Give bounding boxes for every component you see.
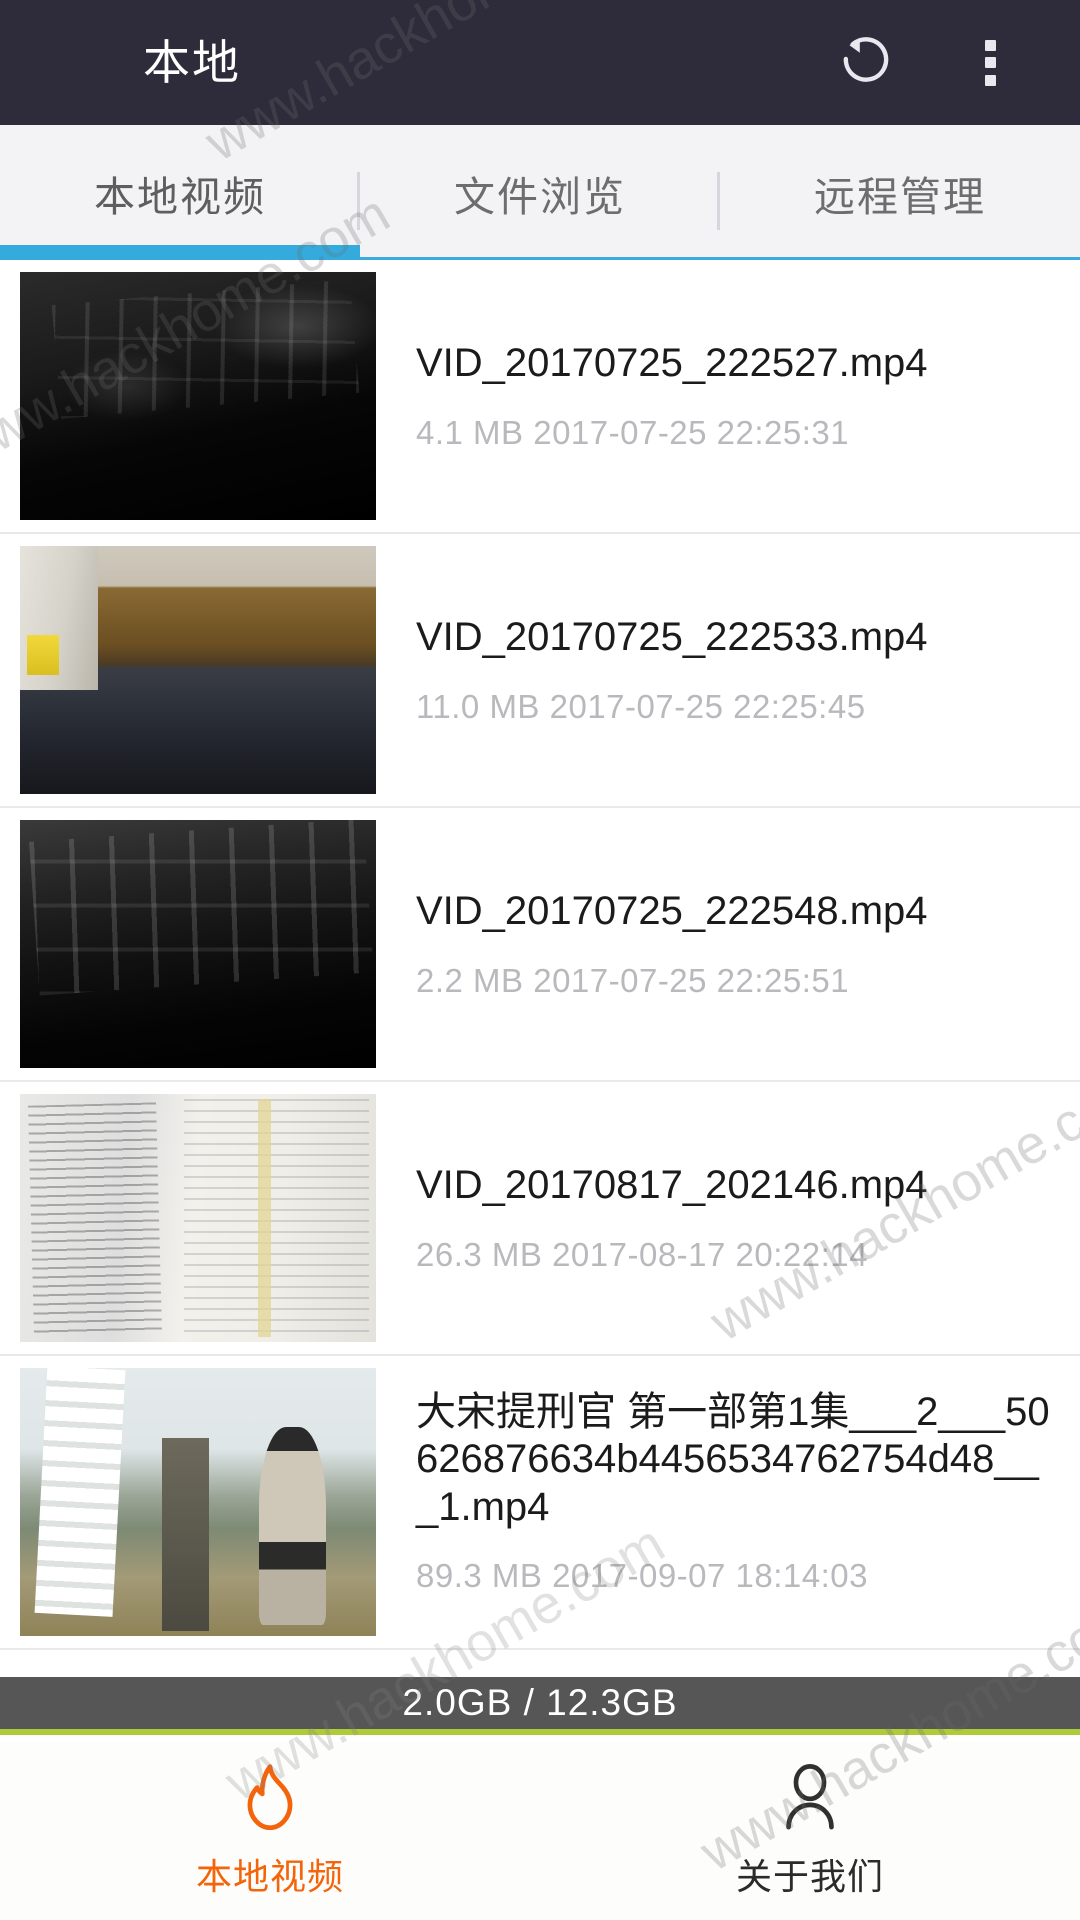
list-item[interactable]: VID_20170817_202146.mp4 26.3 MB 2017-08-… (0, 1082, 1080, 1356)
video-list[interactable]: VID_20170725_222527.mp4 4.1 MB 2017-07-2… (0, 260, 1080, 1735)
tab-file-browse[interactable]: 文件浏览 (360, 125, 720, 260)
list-item[interactable]: VID_20170725_222533.mp4 11.0 MB 2017-07-… (0, 534, 1080, 808)
thumbnail-image (20, 272, 376, 520)
video-thumbnail[interactable] (20, 1094, 376, 1342)
video-fileinfo: 26.3 MB 2017-08-17 20:22:14 (416, 1235, 868, 1273)
video-meta: VID_20170725_222548.mp4 2.2 MB 2017-07-2… (416, 820, 1080, 1068)
nav-item-about-us[interactable]: 关于我们 (540, 1741, 1080, 1920)
thumbnail-image (20, 820, 376, 1068)
video-fileinfo: 4.1 MB 2017-07-25 22:25:31 (416, 413, 850, 451)
nav-item-local-video[interactable]: 本地视频 (0, 1741, 540, 1920)
tab-remote-manage[interactable]: 远程管理 (720, 125, 1080, 260)
nav-item-label: 关于我们 (735, 1855, 884, 1897)
storage-bar: 2.0GB / 12.3GB (0, 1677, 1080, 1735)
video-fileinfo: 89.3 MB 2017-09-07 18:14:03 (416, 1556, 868, 1594)
tab-local-video[interactable]: 本地视频 (0, 125, 360, 260)
tab-active-indicator (0, 245, 360, 260)
video-meta: VID_20170725_222527.mp4 4.1 MB 2017-07-2… (416, 272, 1080, 520)
tab-label: 本地视频 (94, 173, 266, 220)
person-icon (774, 1762, 846, 1834)
overflow-menu-icon (984, 39, 996, 86)
tab-bar: 本地视频 文件浏览 远程管理 (0, 125, 1080, 260)
video-fileinfo: 11.0 MB 2017-07-25 22:25:45 (416, 687, 866, 725)
thumbnail-figure (258, 1426, 327, 1626)
tab-label: 远程管理 (814, 173, 986, 220)
video-meta: VID_20170817_202146.mp4 26.3 MB 2017-08-… (416, 1094, 1080, 1342)
video-meta: 大宋提刑官 第一部第1集___2___50626876634b445653476… (416, 1368, 1080, 1616)
video-filename: VID_20170725_222533.mp4 (416, 615, 928, 660)
video-filename: VID_20170817_202146.mp4 (416, 1163, 928, 1208)
refresh-ccw-icon (835, 29, 897, 96)
thumbnail-image (20, 1094, 376, 1342)
thumbnail-image (20, 1368, 376, 1636)
video-filename: VID_20170725_222527.mp4 (416, 341, 928, 386)
video-thumbnail[interactable] (20, 272, 376, 520)
list-item[interactable]: VID_20170725_222527.mp4 4.1 MB 2017-07-2… (0, 260, 1080, 534)
overflow-menu-button[interactable] (942, 15, 1038, 111)
video-thumbnail[interactable] (20, 1368, 376, 1636)
page-title: 本地 (143, 36, 241, 89)
nav-item-label: 本地视频 (195, 1855, 344, 1897)
list-item[interactable]: VID_20170725_222548.mp4 2.2 MB 2017-07-2… (0, 808, 1080, 1082)
refresh-button[interactable] (818, 15, 914, 111)
video-filename: 大宋提刑官 第一部第1集___2___50626876634b445653476… (416, 1390, 1050, 1529)
storage-usage-text: 2.0GB / 12.3GB (402, 1682, 678, 1723)
tab-label: 文件浏览 (454, 173, 626, 220)
thumbnail-image (20, 546, 376, 794)
bottom-navigation: 本地视频 关于我们 (0, 1741, 1080, 1920)
video-thumbnail[interactable] (20, 546, 376, 794)
app-root: 本地 本地视频 文件浏览 远程管理 VID_20170725_222527.mp… (0, 0, 1080, 1920)
video-fileinfo: 2.2 MB 2017-07-25 22:25:51 (416, 961, 850, 999)
app-bar-actions (818, 15, 1080, 111)
video-thumbnail[interactable] (20, 820, 376, 1068)
video-meta: VID_20170725_222533.mp4 11.0 MB 2017-07-… (416, 546, 1080, 794)
flame-icon (234, 1762, 306, 1834)
app-bar: 本地 (0, 0, 1080, 125)
video-filename: VID_20170725_222548.mp4 (416, 889, 928, 934)
list-item[interactable]: 大宋提刑官 第一部第1集___2___50626876634b445653476… (0, 1356, 1080, 1650)
